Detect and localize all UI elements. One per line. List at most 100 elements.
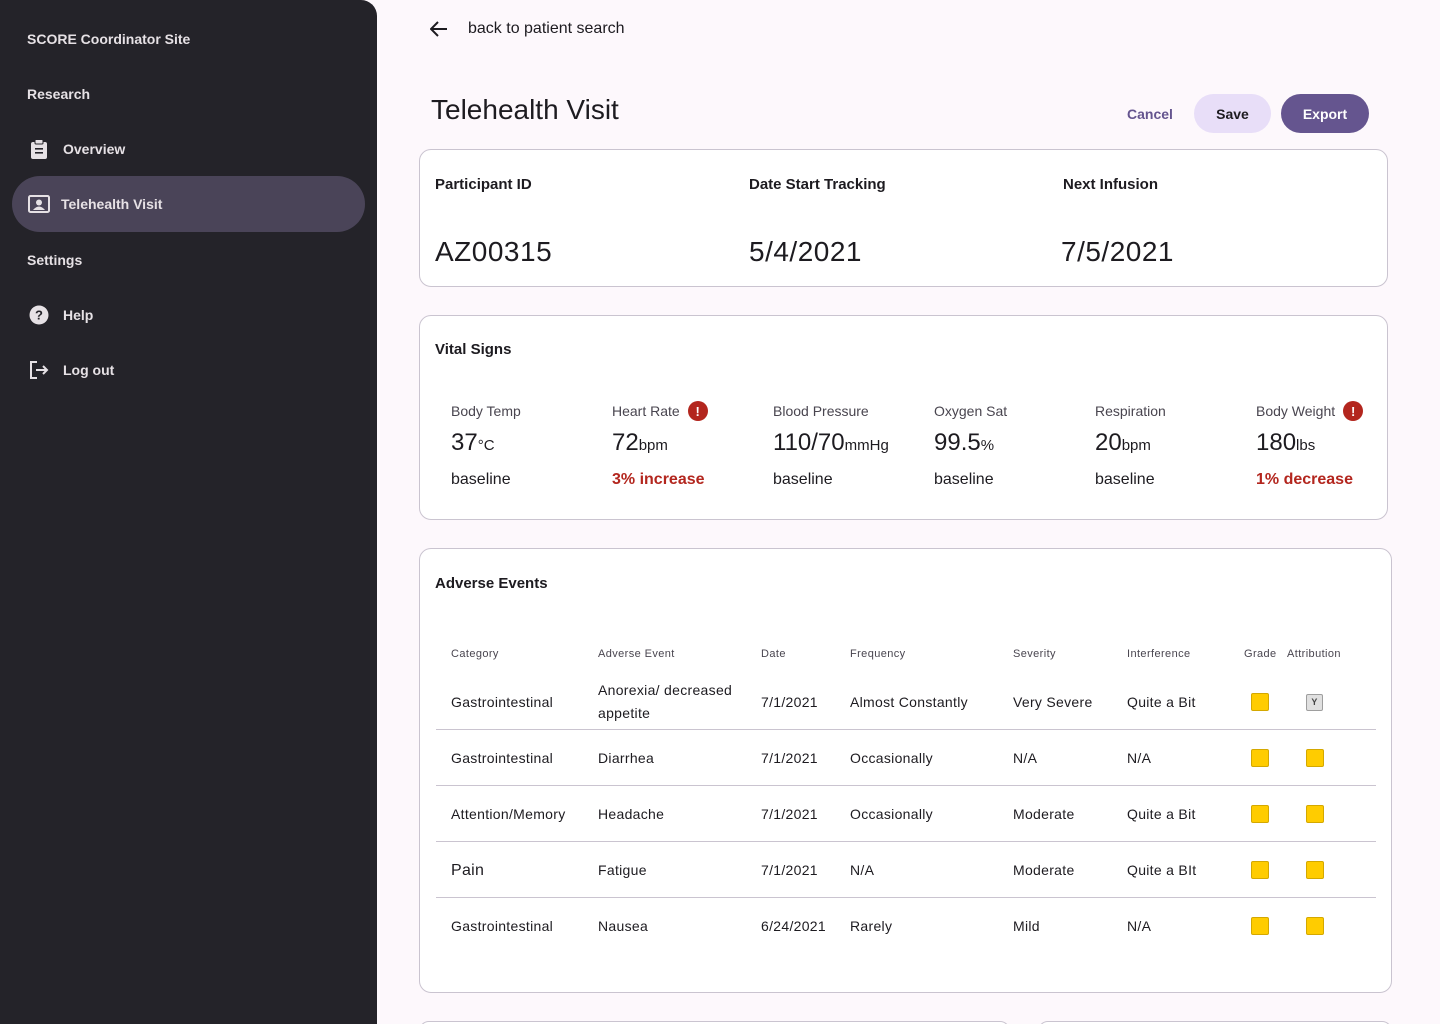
cell-event: Anorexia/ decreased appetite [598,682,733,721]
table-row[interactable]: Gastrointestinal Nausea 6/24/2021 Rarely… [436,898,1376,954]
cell-severity: Very Severe [1013,693,1093,710]
vital-status: baseline [451,471,511,488]
attribution-swatch[interactable] [1306,749,1324,767]
table-row[interactable]: Pain Fatigue 7/1/2021 N/A Moderate Quite… [436,842,1376,898]
column-header-interference: Interference [1127,648,1191,660]
vital-value: 72 [612,429,639,456]
sidebar-item-overview[interactable]: Overview [12,121,365,177]
cell-interference: N/A [1127,749,1152,766]
cell-category: Gastrointestinal [451,693,554,710]
vital-label: Blood Pressure [773,403,869,419]
cell-date: 7/1/2021 [761,749,818,766]
vital-value: 99.5 [934,429,981,456]
table-row[interactable]: Attention/Memory Headache 7/1/2021 Occas… [436,786,1376,842]
attribution-swatch[interactable] [1306,805,1324,823]
vital-label: Body Temp [451,403,521,419]
back-to-search-link[interactable]: back to patient search [428,18,625,40]
grade-swatch-cell [1251,730,1269,786]
cell-event: Nausea [598,917,649,934]
cell-interference: Quite a BIt [1127,861,1197,878]
sidebar-item-help[interactable]: ? Help [12,287,365,343]
svg-text:?: ? [35,308,43,323]
cell-severity: N/A [1013,749,1038,766]
grade-swatch[interactable] [1251,693,1269,711]
cell-frequency: Occasionally [850,805,933,822]
attribution-swatch[interactable] [1306,861,1324,879]
vital-unit: lbs [1296,437,1316,454]
export-button[interactable]: Export [1281,94,1369,133]
column-header-event: Adverse Event [598,648,675,660]
vital-status: baseline [1095,471,1155,488]
cell-interference: N/A [1127,917,1152,934]
sidebar-item-logout[interactable]: Log out [12,342,365,398]
cell-severity: Mild [1013,917,1040,934]
page-title: Telehealth Visit [431,94,619,125]
attribution-tag[interactable]: Y [1306,693,1323,711]
cell-severity: Moderate [1013,805,1075,822]
alert-icon: ! [687,401,708,421]
cell-category: Pain [451,861,485,879]
cell-event: Fatigue [598,861,647,878]
participant-id-value: AZ00315 [435,236,553,267]
cancel-button[interactable]: Cancel [1116,94,1184,133]
vital-oxygen-sat: Oxygen Sat 99.5% baseline [934,402,1094,489]
attribution-cell [1306,842,1324,898]
vital-value: 110/70 [773,429,845,456]
grade-swatch-cell [1251,674,1269,730]
vital-label: Heart Rate [612,403,680,419]
vital-unit: °C [477,437,495,454]
adverse-events-heading: Adverse Events [435,575,548,592]
attribution-cell [1306,786,1324,842]
alert-icon: ! [1343,401,1364,421]
vital-respiration: Respiration 20bpm baseline [1095,402,1255,489]
attribution-cell: Y [1306,674,1323,730]
grade-swatch[interactable] [1251,749,1269,767]
vital-value: 37 [451,429,478,456]
cell-date: 7/1/2021 [761,693,818,710]
next-infusion-value: 7/5/2021 [1061,236,1174,267]
table-row[interactable]: Gastrointestinal Anorexia/ decreased app… [436,674,1376,730]
grade-swatch[interactable] [1251,805,1269,823]
attribution-cell [1306,898,1324,954]
grade-swatch-cell [1251,842,1269,898]
vital-label: Oxygen Sat [934,403,1008,419]
cell-severity: Moderate [1013,861,1075,878]
cell-interference: Quite a Bit [1127,693,1196,710]
sidebar-item-label: Overview [63,141,126,157]
cell-event: Diarrhea [598,749,655,766]
attribution-swatch[interactable] [1306,917,1324,935]
cell-frequency: N/A [850,861,875,878]
participant-card: Participant ID AZ00315 Date Start Tracki… [419,149,1388,287]
cell-category: Gastrointestinal [451,917,554,934]
sidebar-item-telehealth-visit[interactable]: Telehealth Visit [12,176,365,232]
vital-blood-pressure: Blood Pressure 110/70mmHg baseline [773,402,933,489]
grade-swatch-cell [1251,786,1269,842]
cell-frequency: Almost Constantly [850,693,968,710]
back-link-label: back to patient search [468,20,625,37]
arrow-back-icon [428,18,450,40]
video-portrait-icon [28,193,50,215]
cell-interference: Quite a Bit [1127,805,1196,822]
save-button[interactable]: Save [1194,94,1271,133]
vital-status: baseline [934,471,994,488]
column-header-category: Category [451,648,499,660]
table-row[interactable]: Gastrointestinal Diarrhea 7/1/2021 Occas… [436,730,1376,786]
column-header-attribution: Attribution [1287,648,1341,660]
vital-unit: mmHg [844,437,889,454]
grade-swatch[interactable] [1251,917,1269,935]
cell-frequency: Occasionally [850,749,933,766]
vital-value: 180 [1256,429,1297,456]
vital-status: 1% decrease [1256,471,1353,488]
sidebar-item-label: Help [63,307,94,323]
help-icon: ? [28,304,50,326]
cell-category: Gastrointestinal [451,749,554,766]
adverse-events-card: Adverse Events Category Adverse Event Da… [419,548,1392,993]
column-header-frequency: Frequency [850,648,906,660]
sidebar-item-label: Log out [63,362,115,378]
vital-unit: % [980,437,995,454]
site-title: SCORE Coordinator Site [27,31,191,47]
section-research: Research [27,86,91,102]
vital-heart-rate: Heart Rate! 72bpm 3% increase [612,401,772,489]
grade-swatch[interactable] [1251,861,1269,879]
cell-category: Attention/Memory [451,805,566,822]
